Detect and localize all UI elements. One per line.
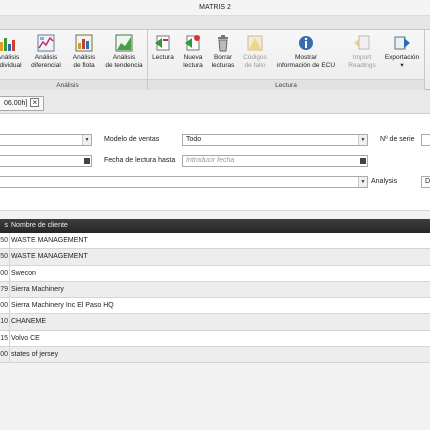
ribbon: Análisis individual Análisis diferencial… (0, 30, 430, 90)
modelo-de-ventas-select[interactable]: Todo ▼ (182, 134, 368, 146)
customer-name-cell: CHANEME (11, 318, 47, 326)
new-read-icon (184, 34, 202, 52)
exportacion-button[interactable]: Exportación ▾ (380, 32, 424, 78)
fecha-placeholder: Introducir fecha (186, 157, 235, 164)
analisis-diferencial-label: Análisis diferencial (31, 54, 61, 69)
ecu-info-icon (297, 34, 315, 52)
numero-de-serie-input[interactable] (421, 134, 430, 146)
customer-name-cell: Sierra Machinery (11, 285, 64, 293)
column-header-partial[interactable]: s (0, 219, 9, 233)
import-readings-label: Import Readings (348, 54, 376, 69)
analisis-de-tendencia-label: Análisis de tendencia (105, 54, 143, 69)
trash-icon (214, 34, 232, 52)
customer-name-cell: Sierra Machinery Inc El Paso HQ (11, 302, 114, 310)
analisis-de-flota-button[interactable]: Análisis de flota (64, 32, 104, 78)
grid-header: s Nombre de cliente (0, 219, 430, 233)
analisis-de-flota-label: Análisis de flota (72, 54, 96, 69)
filter-panel: ▼ Modelo de ventas Todo ▼ Nº de serie Fe… (0, 114, 430, 210)
analisis-diferencial-button[interactable]: Análisis diferencial (26, 32, 66, 78)
image-chart-icon (37, 34, 55, 52)
close-icon[interactable]: × (30, 98, 40, 107)
customer-name-cell: Volvo CE (11, 334, 40, 342)
analysis-label: Analysis (371, 178, 398, 185)
table-cell: 50 (0, 237, 8, 244)
customer-name-cell: Swecon (11, 269, 36, 277)
bar-chart-icon (0, 34, 17, 52)
table-row[interactable]: 15 Volvo CE (0, 330, 430, 348)
calendar-icon[interactable] (84, 158, 90, 164)
window-title: MATRIS 2 (0, 0, 430, 16)
chevron-down-icon[interactable]: ▼ (82, 135, 91, 145)
customer-name-cell: states of jersey (11, 351, 59, 359)
group-label-analisis: Análisis (0, 79, 147, 90)
ribbon-group-analisis: Análisis individual Análisis diferencial… (0, 30, 148, 90)
table-cell: 00 (0, 351, 8, 359)
fecha-de-lectura-hasta-label: Fecha de lectura hasta (104, 157, 176, 164)
table-row[interactable]: 50 WASTE MANAGEMENT (0, 233, 430, 250)
document-tab-label: 06.00h] (4, 100, 28, 107)
mostrar-info-ecu-label: Mostrar información de ECU (276, 54, 336, 69)
export-icon (393, 34, 411, 52)
modelo-de-ventas-label: Modelo de ventas (104, 136, 160, 143)
table-cell: 50 (0, 253, 8, 261)
numero-de-serie-label: Nº de serie (380, 136, 415, 143)
results-grid: s Nombre de cliente 50 WASTE MANAGEMENT 5… (0, 210, 430, 430)
column-header-nombre-de-cliente[interactable]: Nombre de cliente (11, 219, 68, 233)
table-row[interactable]: 10 CHANEME (0, 314, 430, 331)
exportacion-label: Exportación ▾ (384, 54, 420, 69)
table-row[interactable]: 00 Sierra Machinery Inc El Paso HQ (0, 298, 430, 315)
read-icon (154, 34, 172, 52)
analisis-de-tendencia-button[interactable]: Análisis de tendencia (104, 32, 144, 78)
table-cell: 00 (0, 269, 8, 277)
customer-name-cell: WASTE MANAGEMENT (11, 253, 88, 261)
trend-chart-icon (115, 34, 133, 52)
codigos-de-fallo-label: Códigos de fallo (243, 54, 267, 69)
chevron-down-icon[interactable]: ▼ (358, 177, 367, 187)
document-tab-strip: 06.00h] × (0, 90, 430, 114)
calendar-icon[interactable] (360, 158, 366, 164)
warning-icon (246, 34, 264, 52)
table-cell: 15 (0, 334, 8, 342)
grid-rows: 50 WASTE MANAGEMENT 50 WASTE MANAGEMENT 00… (0, 233, 430, 364)
table-row[interactable]: 00 states of jersey (0, 347, 430, 364)
import-readings-button[interactable]: Import Readings (342, 32, 382, 78)
group-label-lectura: Lectura (148, 79, 424, 90)
wide-select[interactable]: ▼ (0, 176, 368, 188)
analisis-individual-label: Análisis individual (0, 54, 22, 69)
document-tab[interactable]: 06.00h] × (0, 96, 45, 111)
analisis-individual-button[interactable]: Análisis individual (0, 32, 28, 78)
modelo-de-ventas-value: Todo (186, 136, 202, 143)
analysis-value: D (425, 178, 430, 185)
customer-combo[interactable]: ▼ (0, 134, 92, 146)
date-from-input[interactable] (0, 155, 92, 167)
mostrar-info-ecu-button[interactable]: Mostrar información de ECU (272, 32, 340, 78)
analysis-select[interactable]: D (421, 176, 430, 188)
table-row[interactable]: 79 Sierra Machinery (0, 281, 430, 299)
table-cell: 79 (0, 285, 8, 293)
customer-name-cell: WASTE MANAGEMENT (11, 237, 88, 244)
chevron-down-icon[interactable]: ▼ (358, 135, 367, 145)
codigos-de-fallo-button[interactable]: Códigos de fallo (236, 32, 274, 78)
fecha-de-lectura-hasta-input[interactable]: Introducir fecha (182, 155, 368, 167)
table-row[interactable]: 50 WASTE MANAGEMENT (0, 249, 430, 266)
ribbon-tab-strip (0, 16, 430, 30)
table-cell: 10 (0, 318, 8, 326)
table-row[interactable]: 00 Swecon (0, 265, 430, 282)
table-cell: 00 (0, 302, 8, 310)
fleet-chart-icon (75, 34, 93, 52)
ribbon-group-lectura: Lectura Nueva lectura Borrar lecturas Có… (148, 30, 425, 90)
import-icon (353, 34, 371, 52)
